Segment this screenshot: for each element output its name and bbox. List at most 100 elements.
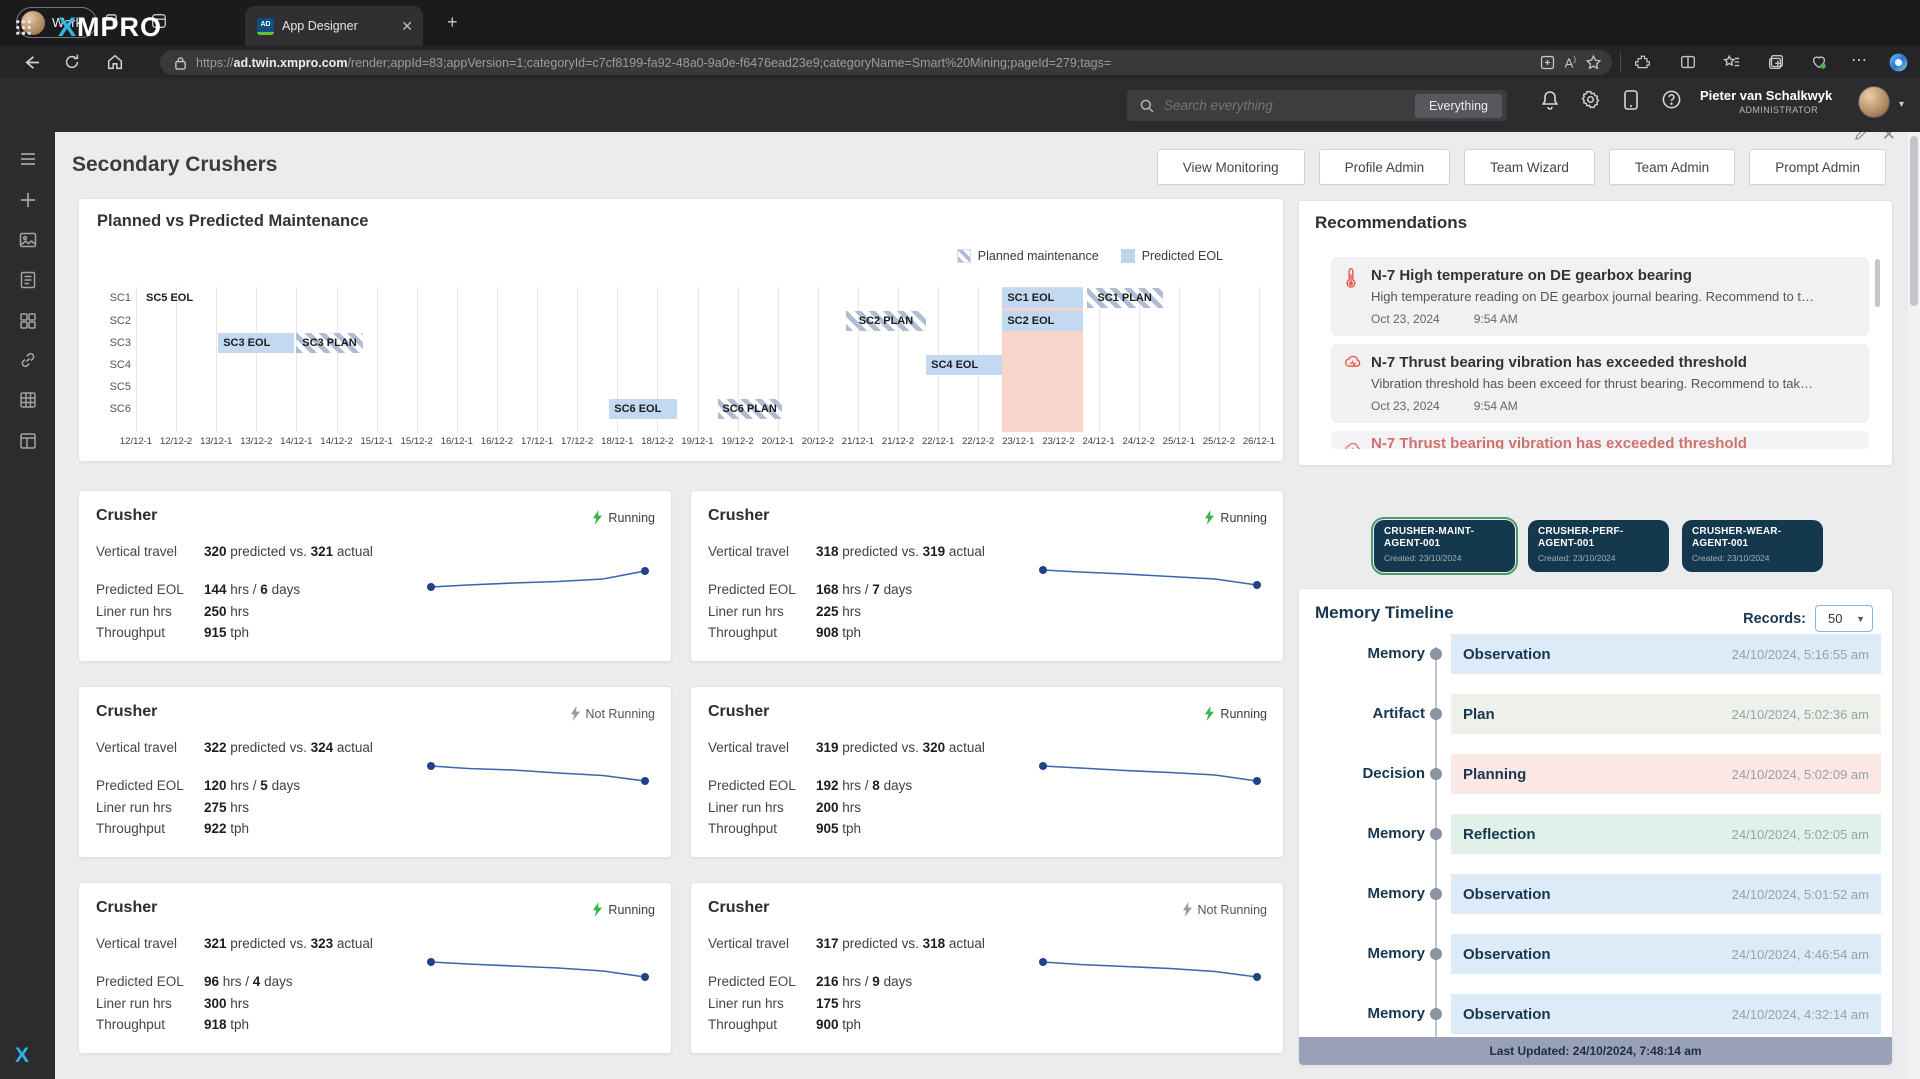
timeline-category: Memory (1299, 1005, 1425, 1022)
tab-close-icon[interactable]: ✕ (401, 18, 413, 35)
timeline-entry[interactable]: Observation24/10/2024, 5:16:55 am (1451, 634, 1881, 674)
menu-icon[interactable] (17, 148, 39, 170)
favorite-star-icon[interactable] (1585, 54, 1602, 71)
refresh-icon[interactable] (63, 53, 81, 71)
agent-chip-crusher-wear-agent-001[interactable]: CRUSHER-WEAR-AGENT-001Created: 23/10/202… (1682, 520, 1823, 572)
link-icon[interactable] (17, 349, 39, 371)
gantt-bar-sc6-plan: SC6 PLAN (718, 399, 782, 419)
add-icon[interactable] (17, 189, 39, 211)
tab-title: App Designer (282, 19, 393, 33)
user-avatar[interactable] (1858, 86, 1890, 118)
recommendation-item-partial[interactable]: N-7 Thrust bearing vibration has exceede… (1331, 431, 1869, 449)
agent-chip-crusher-maint-agent-001[interactable]: CRUSHER-MAINT-AGENT-001Created: 23/10/20… (1374, 520, 1515, 572)
gantt-bar-sc5-eol: SC5 EOL (146, 288, 208, 308)
blocks-icon[interactable] (17, 310, 39, 332)
timeline-entry[interactable]: Reflection24/10/2024, 5:02:05 am (1451, 814, 1881, 854)
forms-icon[interactable] (17, 269, 39, 291)
timeline-entry-time: 24/10/2024, 5:02:36 am (1732, 707, 1869, 722)
action-prompt-admin-button[interactable]: Prompt Admin (1749, 149, 1886, 185)
browser-essentials-icon[interactable] (1810, 53, 1828, 71)
user-menu[interactable]: Pieter van Schalkwyk ADMINISTRATOR (1700, 88, 1818, 115)
page-scrollbar-thumb[interactable] (1910, 136, 1918, 306)
copilot-icon[interactable] (1888, 52, 1909, 73)
action-view-monitoring-button[interactable]: View Monitoring (1157, 149, 1305, 185)
timeline-entry[interactable]: Observation24/10/2024, 4:32:14 am (1451, 994, 1881, 1034)
pages-icon[interactable] (17, 229, 39, 251)
gantt-gridline (1139, 287, 1140, 432)
action-team-wizard-button[interactable]: Team Wizard (1464, 149, 1595, 185)
timeline-category: Decision (1299, 765, 1425, 782)
gantt-gridline (377, 287, 378, 432)
search-input[interactable] (1164, 98, 1406, 113)
timeline-category: Memory (1299, 645, 1425, 662)
home-icon[interactable] (106, 53, 124, 71)
gantt-bar-sc1-plan: SC1 PLAN (1087, 288, 1163, 308)
gantt-gridline (1259, 287, 1260, 432)
split-screen-icon[interactable] (1679, 53, 1697, 71)
chart-legend: Planned maintenance Predicted EOL (957, 249, 1223, 263)
records-select[interactable]: 50▼ (1815, 605, 1873, 632)
collections-icon[interactable] (1767, 53, 1785, 71)
status-text: Not Running (586, 707, 656, 721)
recommendation-title: N-7 High temperature on DE gearbox beari… (1371, 267, 1857, 284)
search-scope-button[interactable]: Everything (1415, 94, 1502, 118)
metric-row: Vertical travel319 predicted vs. 320 act… (708, 740, 985, 755)
gantt-axis-label: 16/12-1 (435, 436, 479, 447)
xmpro-logo: XMPRO (58, 12, 162, 43)
favorites-icon[interactable] (1723, 53, 1741, 71)
help-icon[interactable] (1661, 89, 1682, 110)
data-grid-icon[interactable] (17, 389, 39, 411)
settings-gear-icon[interactable] (1580, 89, 1601, 110)
gantt-row-label: SC2 (83, 315, 131, 327)
mobile-icon[interactable] (1622, 89, 1640, 111)
gantt-gridline (1099, 287, 1100, 432)
timeline-entry[interactable]: Plan24/10/2024, 5:02:36 am (1451, 694, 1881, 734)
gantt-gridline (296, 287, 297, 432)
timeline-entry[interactable]: Observation24/10/2024, 4:46:54 am (1451, 934, 1881, 974)
crusher-card: CrusherRunningVertical travel320 predict… (78, 490, 672, 662)
address-tools-icon[interactable] (1539, 54, 1556, 71)
close-icon[interactable]: ✕ (1882, 132, 1896, 145)
new-tab-icon[interactable]: + (447, 13, 458, 31)
gantt-row-label: SC1 (83, 292, 131, 304)
recommendations-scrollbar[interactable] (1875, 259, 1880, 307)
gantt-bar-sc3-eol: SC3 EOL (218, 333, 294, 353)
gantt-gridline (898, 287, 899, 432)
running-bolt-icon (592, 902, 603, 917)
gantt-bar-label: SC3 PLAN (302, 337, 356, 349)
agent-name: CRUSHER-MAINT-AGENT-001 (1384, 526, 1505, 550)
user-caret-icon[interactable]: ▾ (1899, 99, 1904, 110)
gantt-gridline (216, 287, 217, 432)
global-search[interactable]: Everything (1127, 90, 1507, 121)
board-icon[interactable] (17, 430, 39, 452)
back-icon[interactable] (22, 53, 41, 72)
vibration-icon (1344, 355, 1362, 370)
page-scrollbar[interactable] (1908, 132, 1920, 1079)
timeline-dot (1430, 1008, 1442, 1020)
tab-app-designer[interactable]: AD App Designer ✕ (245, 6, 423, 46)
more-menu-icon[interactable]: ⋯ (1851, 50, 1868, 70)
timeline-entry[interactable]: Planning24/10/2024, 5:02:09 am (1451, 754, 1881, 794)
lock-icon (174, 56, 187, 70)
agent-chip-crusher-perf-agent-001[interactable]: CRUSHER-PERF-AGENT-001Created: 23/10/202… (1528, 520, 1669, 572)
notifications-bell-icon[interactable] (1540, 89, 1560, 111)
gantt-axis-label: 18/12-2 (635, 436, 679, 447)
running-bolt-icon (592, 510, 603, 525)
read-aloud-icon[interactable]: A) (1565, 55, 1576, 70)
gantt-axis-label: 12/12-1 (114, 436, 158, 447)
action-profile-admin-button[interactable]: Profile Admin (1319, 149, 1451, 185)
recommendation-item[interactable]: N-7 High temperature on DE gearbox beari… (1331, 257, 1869, 336)
app-launcher-icon[interactable] (14, 18, 33, 37)
extensions-icon[interactable] (1634, 53, 1652, 71)
trend-sparkline (1035, 755, 1265, 793)
gantt-bar-label: SC3 EOL (223, 337, 270, 349)
gantt-axis-label: 19/12-1 (676, 436, 720, 447)
address-bar[interactable]: https://ad.twin.xmpro.com/render;appId=8… (160, 50, 1612, 75)
recommendation-item[interactable]: N-7 Thrust bearing vibration has exceede… (1331, 344, 1869, 423)
chart-title: Planned vs Predicted Maintenance (97, 212, 368, 231)
timeline-category: Memory (1299, 945, 1425, 962)
timeline-entry[interactable]: Observation24/10/2024, 5:01:52 am (1451, 874, 1881, 914)
gantt-axis-label: 25/12-1 (1157, 436, 1201, 447)
action-team-admin-button[interactable]: Team Admin (1609, 149, 1735, 185)
edit-pencil-icon[interactable] (1853, 132, 1868, 142)
